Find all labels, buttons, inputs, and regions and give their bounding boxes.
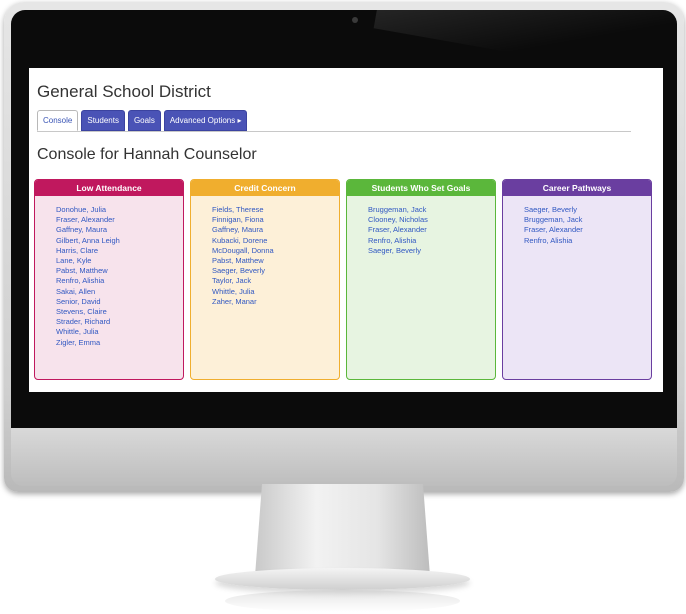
student-link[interactable]: Sakai, Allen xyxy=(56,287,183,297)
panel-header-credit-concern: Credit Concern xyxy=(191,180,339,196)
student-link[interactable]: Taylor, Jack xyxy=(212,276,339,286)
student-link[interactable]: Fraser, Alexander xyxy=(56,215,183,225)
student-link[interactable]: Renfro, Alishia xyxy=(524,236,651,246)
student-link[interactable]: Fields, Therese xyxy=(212,205,339,215)
student-link[interactable]: Saeger, Beverly xyxy=(212,266,339,276)
student-link[interactable]: Clooney, Nicholas xyxy=(368,215,495,225)
panel-credit-concern: Credit Concern Fields, Therese Finnigan, … xyxy=(190,179,340,380)
panel-career-pathways: Career Pathways Saeger, Beverly Bruggeman… xyxy=(502,179,652,380)
panel-students-who-set-goals: Students Who Set Goals Bruggeman, Jack Cl… xyxy=(346,179,496,380)
student-link[interactable]: Zigler, Emma xyxy=(56,338,183,348)
console-panels: Low Attendance Donohue, Julia Fraser, Ale… xyxy=(34,179,652,380)
student-link[interactable]: Bruggeman, Jack xyxy=(368,205,495,215)
student-link[interactable]: Strader, Richard xyxy=(56,317,183,327)
student-list: Fields, Therese Finnigan, Fiona Gaffney, M… xyxy=(191,196,339,307)
student-link[interactable]: Whittle, Julia xyxy=(212,287,339,297)
student-link[interactable]: Renfro, Alishia xyxy=(56,276,183,286)
monitor-chin xyxy=(11,428,677,486)
page-title: Console for Hannah Counselor xyxy=(37,146,257,163)
student-link[interactable]: Fraser, Alexander xyxy=(524,225,651,235)
tab-divider xyxy=(37,131,631,132)
student-link[interactable]: Zaher, Manar xyxy=(212,297,339,307)
tab-students[interactable]: Students xyxy=(81,110,125,131)
panel-low-attendance: Low Attendance Donohue, Julia Fraser, Ale… xyxy=(34,179,184,380)
student-list: Bruggeman, Jack Clooney, Nicholas Fraser, … xyxy=(347,196,495,256)
tab-advanced-options[interactable]: Advanced Options ▸ xyxy=(163,110,248,131)
tab-bar: Console Students Goals Advanced Options … xyxy=(37,110,248,131)
student-link[interactable]: Fraser, Alexander xyxy=(368,225,495,235)
student-link[interactable]: Pabst, Matthew xyxy=(56,266,183,276)
student-link[interactable]: Renfro, Alishia xyxy=(368,236,495,246)
monitor-stand xyxy=(255,484,430,576)
student-link[interactable]: Pabst, Matthew xyxy=(212,256,339,266)
student-link[interactable]: Gilbert, Anna Leigh xyxy=(56,236,183,246)
student-link[interactable]: Stevens, Claire xyxy=(56,307,183,317)
student-link[interactable]: Finnigan, Fiona xyxy=(212,215,339,225)
student-link[interactable]: Kubacki, Dorene xyxy=(212,236,339,246)
panel-header-students-who-set-goals: Students Who Set Goals xyxy=(347,180,495,196)
district-title: General School District xyxy=(37,82,211,101)
student-link[interactable]: Gaffney, Maura xyxy=(212,225,339,235)
panel-header-career-pathways: Career Pathways xyxy=(503,180,651,196)
student-link[interactable]: Lane, Kyle xyxy=(56,256,183,266)
stand-reflection xyxy=(225,590,460,612)
tab-goals[interactable]: Goals xyxy=(127,110,161,131)
student-link[interactable]: Saeger, Beverly xyxy=(368,246,495,256)
tab-console[interactable]: Console xyxy=(37,110,79,131)
app-screen: General School District Console Students… xyxy=(29,68,663,392)
student-link[interactable]: Donohue, Julia xyxy=(56,205,183,215)
student-link[interactable]: McDougall, Donna xyxy=(212,246,339,256)
panel-header-low-attendance: Low Attendance xyxy=(35,180,183,196)
student-list: Donohue, Julia Fraser, Alexander Gaffney, … xyxy=(35,196,183,348)
student-link[interactable]: Senior, David xyxy=(56,297,183,307)
webcam-icon xyxy=(352,17,358,23)
student-link[interactable]: Gaffney, Maura xyxy=(56,225,183,235)
student-link[interactable]: Saeger, Beverly xyxy=(524,205,651,215)
student-list: Saeger, Beverly Bruggeman, Jack Fraser, Al… xyxy=(503,196,651,246)
student-link[interactable]: Bruggeman, Jack xyxy=(524,215,651,225)
student-link[interactable]: Harris, Clare xyxy=(56,246,183,256)
student-link[interactable]: Whittle, Julia xyxy=(56,327,183,337)
monitor-stand-base xyxy=(215,568,470,590)
